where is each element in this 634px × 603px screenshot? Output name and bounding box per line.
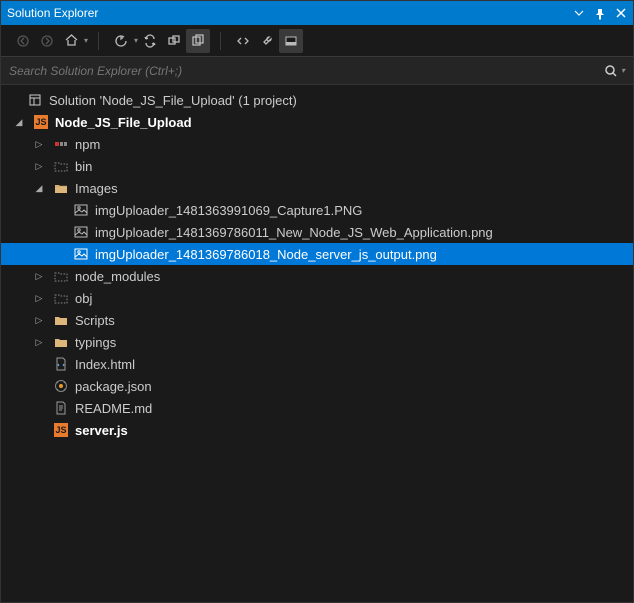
tree-item-obj[interactable]: ▷ obj	[1, 287, 633, 309]
project-label: Node_JS_File_Upload	[55, 115, 192, 130]
home-button[interactable]	[59, 29, 83, 53]
toolbar: ▾ ▾	[1, 25, 633, 57]
forward-button[interactable]	[35, 29, 59, 53]
tree-item-package-json[interactable]: package.json	[1, 375, 633, 397]
folder-ghost-icon	[53, 290, 69, 306]
item-label: Index.html	[75, 357, 135, 372]
folder-icon	[53, 180, 69, 196]
item-label: Scripts	[75, 313, 115, 328]
item-label: imgUploader_1481363991069_Capture1.PNG	[95, 203, 362, 218]
close-icon[interactable]	[616, 8, 627, 19]
solution-tree: Solution 'Node_JS_File_Upload' (1 projec…	[1, 85, 633, 602]
sync-button[interactable]	[138, 29, 162, 53]
tree-item-images[interactable]: ◢ Images	[1, 177, 633, 199]
item-label: bin	[75, 159, 92, 174]
tree-item-typings[interactable]: ▷ typings	[1, 331, 633, 353]
expander-closed-icon[interactable]: ▷	[33, 138, 45, 150]
item-label: README.md	[75, 401, 152, 416]
file-icon	[53, 400, 69, 416]
properties-button[interactable]	[255, 29, 279, 53]
separator	[98, 32, 99, 50]
item-label: server.js	[75, 423, 128, 438]
tree-item-image-file[interactable]: imgUploader_1481363991069_Capture1.PNG	[1, 199, 633, 221]
js-project-icon: JS	[33, 114, 49, 130]
search-bar: ▾	[1, 57, 633, 85]
item-label: imgUploader_1481369786011_New_Node_JS_We…	[95, 225, 493, 240]
tree-item-npm[interactable]: ▷ npm	[1, 133, 633, 155]
panel-title: Solution Explorer	[7, 6, 98, 20]
pin-icon[interactable]	[595, 8, 606, 19]
folder-icon	[53, 334, 69, 350]
separator	[220, 32, 221, 50]
titlebar: Solution Explorer	[1, 1, 633, 25]
chevron-down-icon[interactable]: ▾	[621, 66, 625, 75]
item-label: typings	[75, 335, 116, 350]
tree-item-scripts[interactable]: ▷ Scripts	[1, 309, 633, 331]
expander-closed-icon[interactable]: ▷	[33, 314, 45, 326]
chevron-down-icon[interactable]: ▾	[84, 36, 88, 45]
folder-icon	[53, 312, 69, 328]
solution-label: Solution 'Node_JS_File_Upload' (1 projec…	[49, 93, 297, 108]
html-file-icon	[53, 356, 69, 372]
view-code-button[interactable]	[231, 29, 255, 53]
js-file-icon: JS	[53, 422, 69, 438]
image-icon	[73, 202, 89, 218]
solution-row[interactable]: Solution 'Node_JS_File_Upload' (1 projec…	[1, 89, 633, 111]
blank-expander	[13, 94, 25, 106]
expander-closed-icon[interactable]: ▷	[33, 336, 45, 348]
search-icon[interactable]	[604, 64, 618, 78]
show-all-files-button[interactable]	[186, 29, 210, 53]
folder-ghost-icon	[53, 268, 69, 284]
expander-open-icon[interactable]: ◢	[13, 116, 25, 128]
expander-closed-icon[interactable]: ▷	[33, 160, 45, 172]
expander-open-icon[interactable]: ◢	[33, 182, 45, 194]
tree-item-node-modules[interactable]: ▷ node_modules	[1, 265, 633, 287]
refresh-button[interactable]	[109, 29, 133, 53]
dropdown-icon[interactable]	[574, 8, 585, 19]
back-button[interactable]	[11, 29, 35, 53]
tree-item-server-js[interactable]: JS server.js	[1, 419, 633, 441]
item-label: package.json	[75, 379, 152, 394]
npm-icon	[53, 136, 69, 152]
expander-closed-icon[interactable]: ▷	[33, 270, 45, 282]
solution-icon	[27, 92, 43, 108]
tree-item-image-file[interactable]: imgUploader_1481369786011_New_Node_JS_We…	[1, 221, 633, 243]
image-icon	[73, 246, 89, 262]
item-label: obj	[75, 291, 92, 306]
project-row[interactable]: ◢ JS Node_JS_File_Upload	[1, 111, 633, 133]
tree-item-image-file-selected[interactable]: imgUploader_1481369786018_Node_server_js…	[1, 243, 633, 265]
item-label: Images	[75, 181, 118, 196]
image-icon	[73, 224, 89, 240]
tree-item-readme[interactable]: README.md	[1, 397, 633, 419]
collapse-all-button[interactable]	[162, 29, 186, 53]
json-file-icon	[53, 378, 69, 394]
folder-ghost-icon	[53, 158, 69, 174]
search-input[interactable]	[9, 64, 604, 78]
tree-item-bin[interactable]: ▷ bin	[1, 155, 633, 177]
preview-button[interactable]	[279, 29, 303, 53]
item-label: imgUploader_1481369786018_Node_server_js…	[95, 247, 437, 262]
item-label: npm	[75, 137, 100, 152]
item-label: node_modules	[75, 269, 160, 284]
expander-closed-icon[interactable]: ▷	[33, 292, 45, 304]
tree-item-index-html[interactable]: Index.html	[1, 353, 633, 375]
